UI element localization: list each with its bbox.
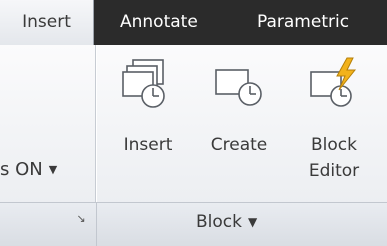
create-label: Create [210,135,268,155]
block-panel-title[interactable]: Block ▼ [196,207,257,237]
panel-footer [0,202,387,246]
dialog-launcher-icon[interactable]: ↘ [74,212,88,226]
tab-parametric[interactable]: Parametric [257,0,349,45]
block-panel-title-label: Block [196,212,242,232]
block-editor-button[interactable]: Block Editor [292,50,376,200]
layer-state-dropdown[interactable]: s ON ▼ [0,155,57,185]
insert-label: Insert [123,135,173,155]
insert-block-icon [122,59,165,108]
tab-annotate[interactable]: Annotate [120,0,198,45]
chevron-down-icon: ▼ [48,163,58,176]
tab-insert[interactable]: Insert [0,0,94,45]
create-block-button[interactable]: Create [197,50,281,200]
ribbon-tab-bar: Insert Annotate Parametric [0,0,387,45]
chevron-down-icon: ▼ [247,215,258,229]
layer-state-label: s ON [0,159,43,180]
block-editor-label: Block Editor [308,135,360,181]
insert-block-button[interactable]: Insert [106,50,190,200]
create-block-icon [215,69,262,106]
footer-divider [96,202,97,246]
block-editor-icon [310,57,357,107]
